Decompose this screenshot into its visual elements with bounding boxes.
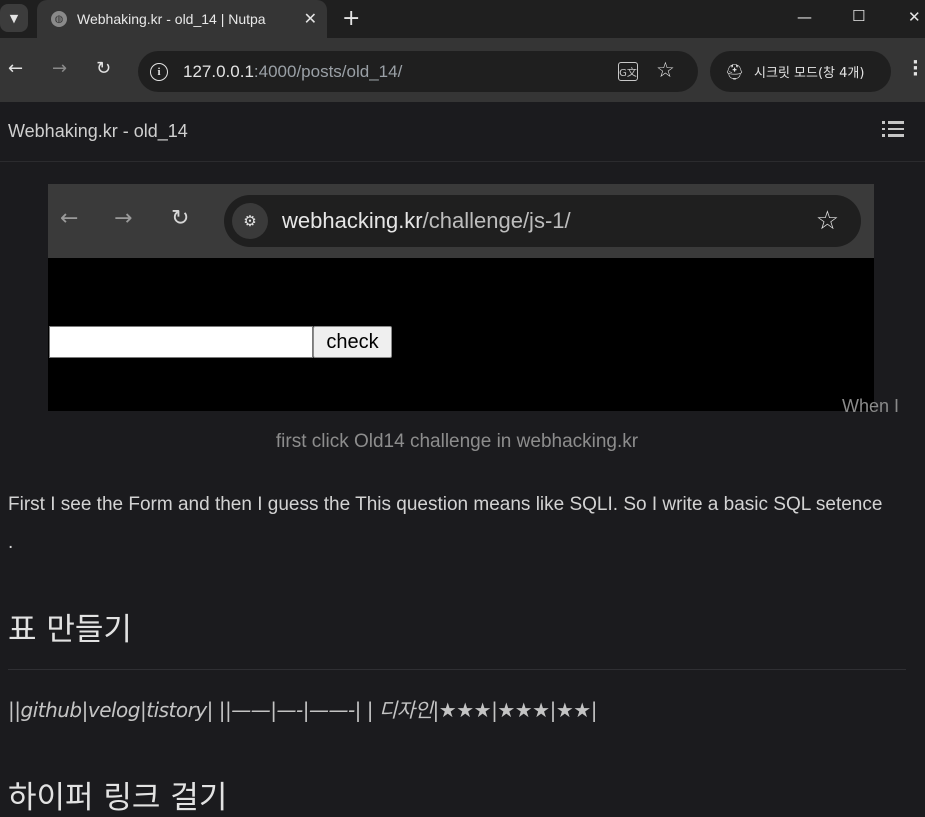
close-icon[interactable]: ✕ [304,9,317,28]
embedded-browser-bar: ← → ↻ ⚙ webhacking.kr/challenge/js-1/ ☆ [48,184,874,258]
embedded-url-path: /challenge/js-1/ [422,208,571,233]
chevron-down-icon[interactable]: ▼ [0,4,28,32]
incognito-label: 시크릿 모드(창 4개) [754,66,865,81]
minimize-icon[interactable]: — [797,8,812,26]
embedded-url-host: webhacking.kr [282,208,423,233]
site-header: Webhaking.kr - old_14 [0,102,925,162]
address-bar[interactable]: i 127.0.0.1:4000/posts/old_14/ G文 ☆ [138,51,698,92]
back-arrow-icon[interactable]: ← [8,58,23,79]
post-paragraph: First I see the Form and then I guess th… [8,494,883,553]
browser-tab[interactable]: ◍ Webhaking.kr - old_14 | Nutpa ✕ [37,0,327,38]
site-title[interactable]: Webhaking.kr - old_14 [8,121,188,142]
url-host: 127.0.0.1 [183,61,254,81]
browser-tab-bar: ▼ ◍ Webhaking.kr - old_14 | Nutpa ✕ + — … [0,0,925,38]
embedded-screenshot: ← → ↻ ⚙ webhacking.kr/challenge/js-1/ ☆ … [48,184,874,411]
embedded-url: webhacking.kr/challenge/js-1/ [282,208,571,234]
embedded-star-icon: ☆ [815,206,839,236]
heading-table: 표 만들기 [8,612,132,648]
embedded-reload-icon: ↻ [171,206,190,231]
embedded-forward-arrow-icon: → [114,206,133,231]
reload-icon[interactable]: ↻ [96,58,111,79]
heading-hyperlink: 하이퍼 링크 걸기 [8,780,228,816]
maximize-icon[interactable]: ☐ [852,7,865,25]
info-icon[interactable]: i [150,62,168,81]
list-icon[interactable] [882,121,904,139]
plus-icon[interactable]: + [342,6,360,31]
translate-icon[interactable]: G文 [618,62,638,81]
image-caption: first click Old14 challenge in webhackin… [275,431,639,452]
embedded-tune-icon: ⚙ [232,203,268,239]
embedded-text-input [49,326,313,358]
url-text[interactable]: 127.0.0.1:4000/posts/old_14/ [183,62,402,82]
heading-divider [8,669,906,670]
close-window-icon[interactable]: ✕ [908,8,921,26]
tab-title: Webhaking.kr - old_14 | Nutpa [77,11,266,27]
incognito-icon: ⛑ [725,62,745,81]
embedded-check-button: check [313,326,392,358]
forward-arrow-icon[interactable]: → [52,58,67,79]
more-vert-icon[interactable]: · · · [912,54,919,84]
embedded-address-bar: ⚙ webhacking.kr/challenge/js-1/ ☆ [224,195,861,247]
star-icon[interactable]: ☆ [656,58,675,82]
raw-table-text: ||github|velog|tistory| ||——|—-|——-| | 디… [8,698,597,722]
browser-toolbar: ← → ↻ i 127.0.0.1:4000/posts/old_14/ G文 … [0,38,925,102]
caption-overflow: When I [842,396,900,416]
embedded-back-arrow-icon: ← [60,206,79,231]
incognito-badge[interactable]: ⛑ 시크릿 모드(창 4개) [710,51,891,92]
url-path: :4000/posts/old_14/ [253,61,403,81]
globe-icon: ◍ [51,11,67,27]
